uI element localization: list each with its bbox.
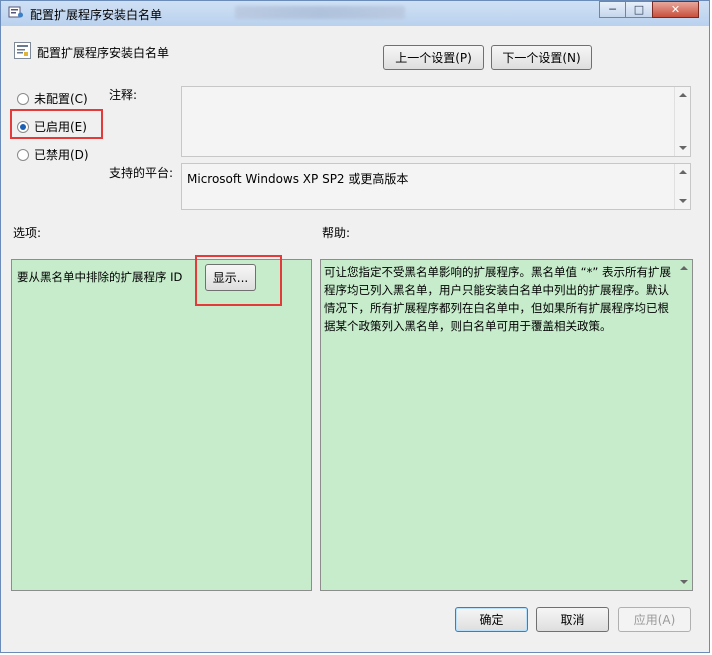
platform-value: Microsoft Windows XP SP2 或更高版本 bbox=[187, 172, 409, 186]
close-button[interactable]: ✕ bbox=[652, 1, 699, 18]
help-panel: 可让您指定不受黑名单影响的扩展程序。黑名单值 “*” 表示所有扩展程序均已列入黑… bbox=[320, 259, 693, 591]
options-section-label: 选项: bbox=[13, 226, 42, 240]
next-setting-button[interactable]: 下一个设置(N) bbox=[491, 45, 592, 70]
comment-textarea[interactable] bbox=[181, 86, 691, 157]
scroll-down-icon[interactable] bbox=[679, 199, 687, 203]
policy-setting-icon bbox=[14, 42, 31, 59]
options-panel bbox=[11, 259, 312, 591]
scroll-down-icon[interactable] bbox=[680, 580, 688, 584]
scroll-up-icon[interactable] bbox=[679, 170, 687, 174]
comment-label: 注释: bbox=[109, 88, 138, 102]
radio-label: 未配置(C) bbox=[34, 92, 88, 106]
help-text: 可让您指定不受黑名单影响的扩展程序。黑名单值 “*” 表示所有扩展程序均已列入黑… bbox=[324, 265, 671, 333]
radio-enabled[interactable]: 已启用(E) bbox=[17, 118, 87, 135]
scroll-up-icon[interactable] bbox=[679, 93, 687, 97]
apply-button[interactable]: 应用(A) bbox=[618, 607, 691, 632]
maximize-button[interactable]: □ bbox=[625, 1, 653, 18]
minimize-button[interactable]: ─ bbox=[599, 1, 626, 18]
radio-button[interactable] bbox=[17, 148, 29, 161]
cancel-button[interactable]: 取消 bbox=[536, 607, 609, 632]
show-button[interactable]: 显示... bbox=[205, 264, 256, 291]
help-section-label: 帮助: bbox=[322, 226, 351, 240]
radio-disabled[interactable]: 已禁用(D) bbox=[17, 146, 89, 163]
platform-label: 支持的平台: bbox=[109, 166, 174, 180]
scroll-up-icon[interactable] bbox=[680, 266, 688, 270]
previous-setting-button[interactable]: 上一个设置(P) bbox=[383, 45, 484, 70]
platform-field: Microsoft Windows XP SP2 或更高版本 bbox=[181, 163, 691, 210]
radio-button-selected[interactable] bbox=[17, 120, 29, 133]
scroll-down-icon[interactable] bbox=[679, 146, 687, 150]
exclude-ids-label: 要从黑名单中排除的扩展程序 ID bbox=[17, 270, 183, 284]
platform-scrollbar[interactable] bbox=[674, 164, 690, 209]
setting-title: 配置扩展程序安装白名单 bbox=[37, 46, 170, 60]
policy-window-icon bbox=[8, 5, 24, 19]
title-blurred-text bbox=[235, 6, 405, 19]
radio-not-configured[interactable]: 未配置(C) bbox=[17, 90, 88, 107]
radio-label: 已禁用(D) bbox=[34, 148, 89, 162]
comment-scrollbar[interactable] bbox=[674, 87, 690, 156]
ok-button[interactable]: 确定 bbox=[455, 607, 528, 632]
radio-button[interactable] bbox=[17, 92, 29, 105]
help-scrollbar[interactable] bbox=[676, 260, 692, 590]
radio-label: 已启用(E) bbox=[34, 120, 87, 134]
window-title: 配置扩展程序安装白名单 bbox=[30, 8, 163, 22]
